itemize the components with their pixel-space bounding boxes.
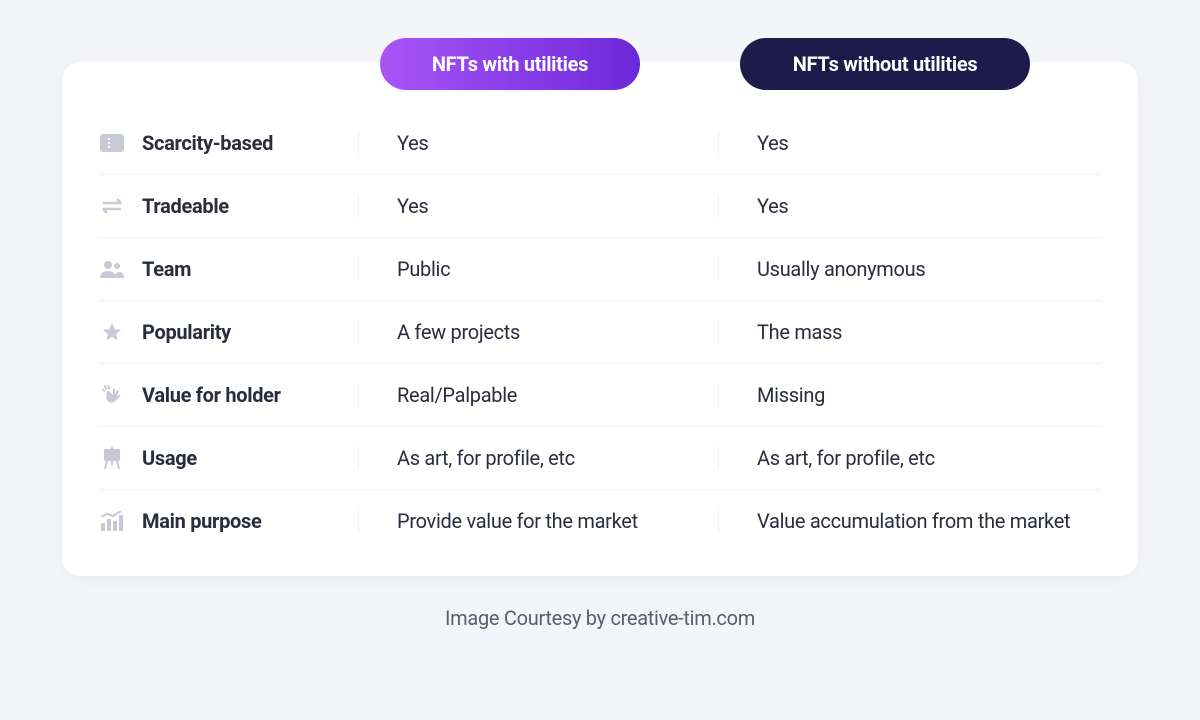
- table-row: Scarcity-based Yes Yes: [98, 112, 1102, 175]
- cell-with: Real/Palpable: [358, 383, 718, 407]
- cell-with: Yes: [358, 131, 718, 155]
- cell-with: Yes: [358, 194, 718, 218]
- team-icon: [98, 257, 126, 281]
- chart-icon: [98, 509, 126, 533]
- row-label-cell: Usage: [98, 446, 358, 470]
- exchange-icon: [98, 194, 126, 218]
- cell-without: Yes: [718, 131, 1102, 155]
- cell-without: Yes: [718, 194, 1102, 218]
- row-label: Popularity: [142, 320, 231, 344]
- comparison-table-wrapper: NFTs with utilities NFTs without utiliti…: [62, 62, 1138, 576]
- row-label: Tradeable: [142, 194, 229, 218]
- star-icon: [98, 320, 126, 344]
- row-label-cell: Value for holder: [98, 383, 358, 407]
- cell-without: Usually anonymous: [718, 257, 1102, 281]
- table-row: Value for holder Real/Palpable Missing: [98, 364, 1102, 427]
- header-pills: NFTs with utilities NFTs without utiliti…: [62, 38, 1138, 90]
- cell-with: Provide value for the market: [358, 509, 718, 533]
- row-label-cell: Main purpose: [98, 509, 358, 533]
- row-label-cell: Popularity: [98, 320, 358, 344]
- row-label: Team: [142, 257, 191, 281]
- clap-icon: [98, 383, 126, 407]
- row-label: Main purpose: [142, 509, 261, 533]
- table-row: Team Public Usually anonymous: [98, 238, 1102, 301]
- cell-without: Value accumulation from the market: [718, 509, 1102, 533]
- cell-with: As art, for profile, etc: [358, 446, 718, 470]
- image-caption: Image Courtesy by creative-tim.com: [445, 606, 755, 630]
- comparison-card: Scarcity-based Yes Yes Tradeable Yes Yes…: [62, 62, 1138, 576]
- table-row: Usage As art, for profile, etc As art, f…: [98, 427, 1102, 490]
- cell-without: The mass: [718, 320, 1102, 344]
- row-label-cell: Tradeable: [98, 194, 358, 218]
- header-without-utilities: NFTs without utilities: [740, 38, 1030, 90]
- easel-icon: [98, 446, 126, 470]
- row-label: Scarcity-based: [142, 131, 273, 155]
- ticket-icon: [98, 131, 126, 155]
- row-label: Value for holder: [142, 383, 281, 407]
- row-label-cell: Scarcity-based: [98, 131, 358, 155]
- row-label-cell: Team: [98, 257, 358, 281]
- table-row: Tradeable Yes Yes: [98, 175, 1102, 238]
- table-row: Main purpose Provide value for the marke…: [98, 490, 1102, 552]
- row-label: Usage: [142, 446, 197, 470]
- cell-without: Missing: [718, 383, 1102, 407]
- table-row: Popularity A few projects The mass: [98, 301, 1102, 364]
- cell-without: As art, for profile, etc: [718, 446, 1102, 470]
- cell-with: Public: [358, 257, 718, 281]
- cell-with: A few projects: [358, 320, 718, 344]
- header-with-utilities: NFTs with utilities: [380, 38, 640, 90]
